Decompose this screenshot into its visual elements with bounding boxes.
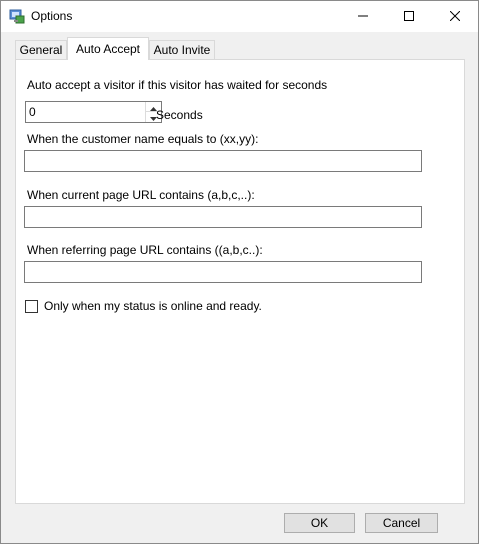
title-bar[interactable]: Options: [1, 1, 478, 32]
customer-name-label: When the customer name equals to (xx,yy)…: [27, 132, 259, 146]
tab-general[interactable]: General: [15, 40, 67, 59]
tab-auto-accept[interactable]: Auto Accept: [67, 37, 149, 60]
maximize-icon: [404, 10, 414, 24]
maximize-button[interactable]: [386, 1, 432, 32]
options-dialog: Options General Auto Accept Auto Invite …: [0, 0, 479, 544]
seconds-unit-label: Seconds: [156, 108, 203, 122]
close-button[interactable]: [432, 1, 478, 32]
page-url-input[interactable]: [24, 206, 422, 228]
seconds-stepper[interactable]: [25, 101, 162, 123]
customer-name-input[interactable]: [24, 150, 422, 172]
window-title: Options: [31, 9, 73, 23]
tab-auto-invite[interactable]: Auto Invite: [149, 40, 215, 59]
cancel-button[interactable]: Cancel: [365, 513, 438, 533]
options-app-icon: [9, 8, 25, 24]
minimize-icon: [358, 10, 368, 24]
page-url-label: When current page URL contains (a,b,c,..…: [27, 188, 255, 202]
ok-button[interactable]: OK: [284, 513, 355, 533]
online-only-checkbox[interactable]: [25, 300, 38, 313]
wait-seconds-label: Auto accept a visitor if this visitor ha…: [27, 78, 328, 92]
minimize-button[interactable]: [340, 1, 386, 32]
auto-accept-panel: Auto accept a visitor if this visitor ha…: [15, 59, 465, 504]
seconds-input[interactable]: [26, 102, 144, 122]
referring-url-label: When referring page URL contains ((a,b,c…: [27, 243, 263, 257]
close-icon: [449, 10, 461, 24]
online-only-label[interactable]: Only when my status is online and ready.: [44, 299, 262, 313]
referring-url-input[interactable]: [24, 261, 422, 283]
